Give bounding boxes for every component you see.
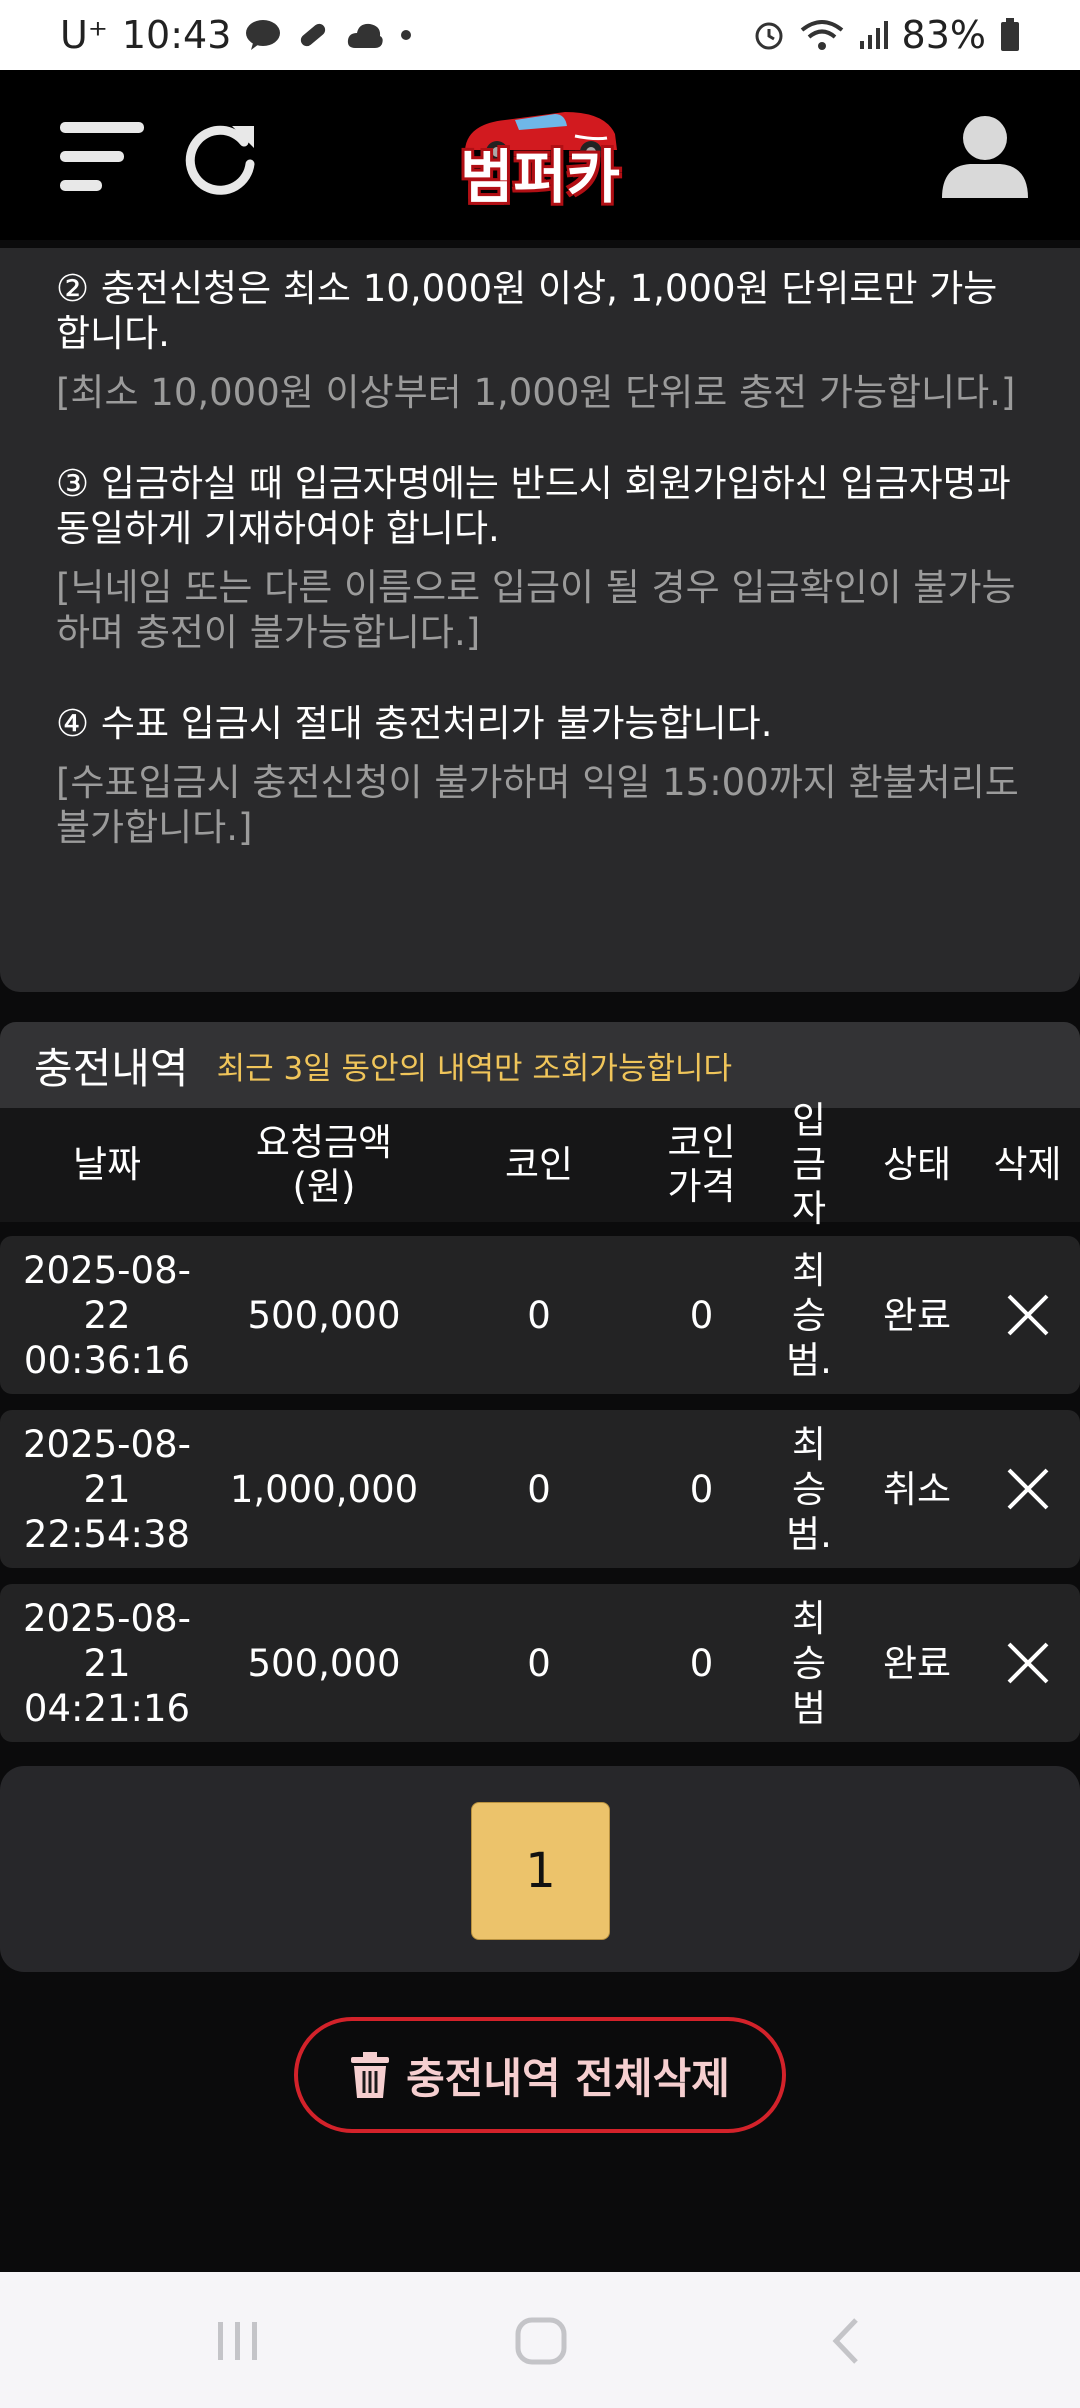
status-left: U⁺ 10:43 (60, 13, 413, 57)
row-amount: 500,000 (247, 1293, 401, 1337)
row-coin-price: 0 (689, 1467, 714, 1511)
page-button-current[interactable]: 1 (471, 1802, 610, 1940)
row-coin: 0 (527, 1467, 551, 1511)
notice-rule-3: ③ 입금하실 때 입금자명에는 반드시 회원가입하신 입금자명과 동일하게 기재… (56, 462, 1011, 550)
delete-row-button[interactable] (975, 1236, 1080, 1394)
refresh-button[interactable] (182, 118, 262, 198)
table-row: 2025-08-21 04:21:16 500,000 0 0 최승범 완료 (0, 1584, 1080, 1742)
back-arrow-icon (832, 2318, 858, 2364)
user-icon (942, 116, 1028, 198)
more-notifications-dot-icon (399, 28, 413, 42)
column-header-amount: 요청금액 (원) (255, 1121, 393, 1208)
delete-row-button[interactable] (975, 1410, 1080, 1568)
column-header-delete: 삭제 (993, 1143, 1062, 1186)
logo-text: 범퍼카 (459, 143, 621, 211)
notice-rule-2: ② 충전신청은 최소 10,000원 이상, 1,000원 단위로만 가능합니다… (56, 267, 998, 355)
back-button[interactable] (826, 2316, 866, 2370)
row-status: 완료 (882, 1641, 952, 1685)
column-header-status: 상태 (882, 1143, 952, 1186)
table-header: 날짜 요청금액 (원) 코인 코인 가격 입금 자 상태 삭제 (0, 1099, 1080, 1230)
row-amount: 1,000,000 (229, 1467, 419, 1511)
column-header-coin-price: 코인 가격 (667, 1121, 736, 1208)
row-status: 완료 (882, 1293, 952, 1337)
delete-row-button[interactable] (975, 1584, 1080, 1742)
charge-history-note: 최근 3일 동안의 내역만 조회가능합니다 (216, 1050, 733, 1087)
alarm-icon (752, 18, 786, 52)
table-row: 2025-08-21 22:54:38 1,000,000 0 0 최승범. 취… (0, 1410, 1080, 1568)
notice-rule-4: ④ 수표 입금시 절대 충전처리가 불가능합니다. (56, 702, 773, 745)
home-icon (515, 2317, 567, 2365)
battery-icon (1000, 18, 1020, 52)
notice-rule-4-detail: [수표입금시 충전신청이 불가하며 익일 15:00까지 환불처리도 불가합니다… (56, 761, 1019, 849)
system-nav-bar (0, 2272, 1080, 2408)
row-date: 2025-08-21 04:21:16 (23, 1596, 191, 1730)
row-date: 2025-08-22 00:36:16 (23, 1248, 191, 1382)
cloud-notification-icon (345, 18, 385, 52)
recent-apps-icon (218, 2322, 257, 2360)
notice-rule-2-detail: [최소 10,000원 이상부터 1,000원 단위로 충전 가능합니다.] (56, 371, 1016, 414)
row-depositor: 최승범 (791, 1596, 827, 1730)
charge-history-title: 충전내역 (34, 1043, 189, 1093)
table-row: 2025-08-22 00:36:16 500,000 0 0 최승범. 완료 (0, 1236, 1080, 1394)
carrier-label: U⁺ (60, 13, 108, 57)
home-button[interactable] (514, 2316, 568, 2370)
column-header-depositor: 입금 자 (791, 1099, 827, 1230)
row-coin: 0 (527, 1641, 551, 1685)
talk-notification-icon (245, 19, 281, 51)
app-header: 범퍼카 (0, 70, 1080, 240)
wifi-icon (800, 18, 844, 52)
menu-button[interactable] (60, 122, 150, 194)
profile-button[interactable] (940, 110, 1030, 200)
refresh-icon (185, 125, 255, 195)
row-coin-price: 0 (689, 1293, 714, 1337)
signal-icon (858, 19, 888, 51)
pill-notification-icon (295, 17, 331, 53)
close-icon (1007, 1468, 1048, 1510)
trash-icon (351, 2052, 390, 2098)
charge-notice-panel: ② 충전신청은 최소 10,000원 이상, 1,000원 단위로만 가능합니다… (0, 248, 1080, 992)
recent-apps-button[interactable] (214, 2316, 264, 2370)
delete-all-label: 충전내역 전체삭제 (406, 2053, 730, 2103)
delete-all-history-button[interactable]: 충전내역 전체삭제 (294, 2017, 786, 2133)
pagination: 1 (0, 1766, 1080, 1972)
row-date: 2025-08-21 22:54:38 (23, 1422, 191, 1556)
hamburger-menu-icon (60, 122, 144, 191)
close-icon (1007, 1294, 1048, 1336)
charge-history-header: 충전내역 최근 3일 동안의 내역만 조회가능합니다 (0, 1022, 1080, 1108)
row-status: 취소 (882, 1467, 952, 1511)
row-coin-price: 0 (689, 1641, 714, 1685)
row-amount: 500,000 (247, 1641, 401, 1685)
row-depositor: 최승범. (786, 1422, 832, 1556)
notice-rule-3-detail: [닉네임 또는 다른 이름으로 입금이 될 경우 입금확인이 불가능하며 충전이… (56, 566, 1016, 654)
status-right: 83% (752, 13, 1020, 57)
clock: 10:43 (121, 13, 232, 57)
column-header-coin: 코인 (504, 1143, 574, 1186)
row-depositor: 최승범. (786, 1248, 832, 1382)
column-header-date: 날짜 (72, 1143, 142, 1186)
bumper-car-logo[interactable]: 범퍼카 (445, 98, 635, 218)
row-coin: 0 (527, 1293, 551, 1337)
status-bar: U⁺ 10:43 83% (0, 0, 1080, 70)
battery-percent: 83% (901, 13, 986, 57)
close-icon (1007, 1642, 1048, 1684)
